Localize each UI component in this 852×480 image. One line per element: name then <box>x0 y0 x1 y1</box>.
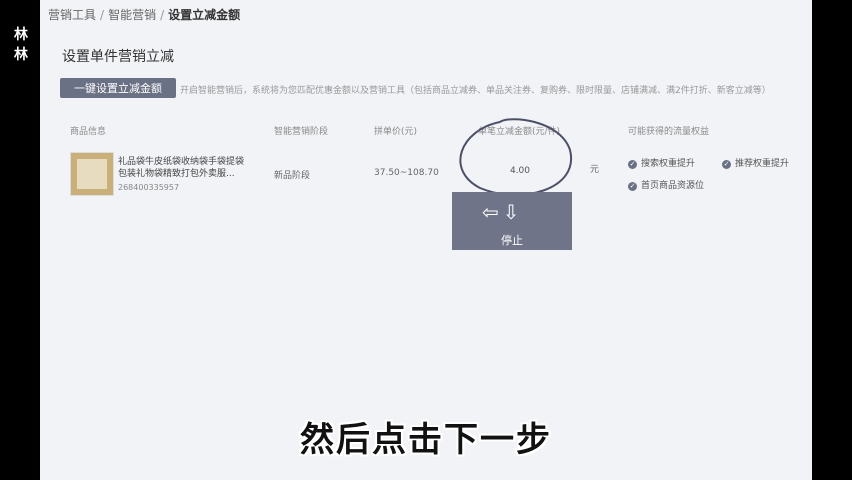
product-id: 268400335957 <box>118 183 180 192</box>
video-subtitle: 然后点击下一步 <box>300 420 552 460</box>
header-benefits: 可能获得的流量权益 <box>628 127 710 137</box>
check-icon: ✓ <box>628 160 637 169</box>
breadcrumb-marketing-tools[interactable]: 营销工具 <box>48 8 96 22</box>
group-price: 37.50~108.70 <box>374 168 439 178</box>
breadcrumb-separator: / <box>100 8 105 22</box>
header-stage: 智能营销阶段 <box>274 127 329 137</box>
recording-arrows: ⇦⇩ <box>482 200 524 224</box>
header-price: 拼单价(元) <box>374 127 418 137</box>
one-click-set-button[interactable]: 一键设置立减金额 <box>60 78 176 98</box>
right-black-bar <box>812 0 852 480</box>
arrow-down-icon: ⇩ <box>502 200 524 224</box>
product-name[interactable]: 礼品袋牛皮纸袋收纳袋手袋提袋包装礼物袋精致打包外卖服... <box>118 156 248 180</box>
page-content: 营销工具 / 智能营销 / 设置立减金额 设置单件营销立减 一键设置立减金额 开启智能营… <box>40 0 812 480</box>
section-title: 设置单件营销立减 <box>62 49 174 65</box>
header-product: 商品信息 <box>70 127 107 137</box>
benefit-search: ✓ 搜索权重提升 <box>628 159 696 169</box>
check-icon: ✓ <box>628 182 637 191</box>
stop-button[interactable]: 停止 <box>452 232 572 248</box>
benefit-recommend: ✓ 推荐权重提升 <box>722 159 790 169</box>
recording-control-panel[interactable]: ⇦⇩ 停止 <box>452 192 572 250</box>
left-black-bar: 林林 <box>0 0 40 480</box>
product-thumbnail[interactable] <box>70 152 114 196</box>
hint-text: 开启智能营销后，系统将为您匹配优惠金额以及营销工具（包括商品立减券、单品关注券、… <box>180 86 771 96</box>
watermark: 林林 <box>14 27 29 63</box>
breadcrumb-current: 设置立减金额 <box>168 8 241 22</box>
benefit-homepage: ✓ 首页商品资源位 <box>628 181 705 191</box>
marketing-stage: 新品阶段 <box>274 171 311 181</box>
table-row: 礼品袋牛皮纸袋收纳袋手袋提袋包装礼物袋精致打包外卖服... 2684003359… <box>60 150 812 200</box>
arrow-left-icon: ⇦ <box>482 200 503 224</box>
table-header: 商品信息 智能营销阶段 拼单价(元) 单笔立减金额(元/件) 可能获得的流量权益 <box>60 118 812 142</box>
breadcrumb: 营销工具 / 智能营销 / 设置立减金额 <box>48 6 240 23</box>
breadcrumb-separator: / <box>160 8 165 22</box>
check-icon: ✓ <box>722 160 731 169</box>
breadcrumb-smart-marketing[interactable]: 智能营销 <box>108 8 156 22</box>
